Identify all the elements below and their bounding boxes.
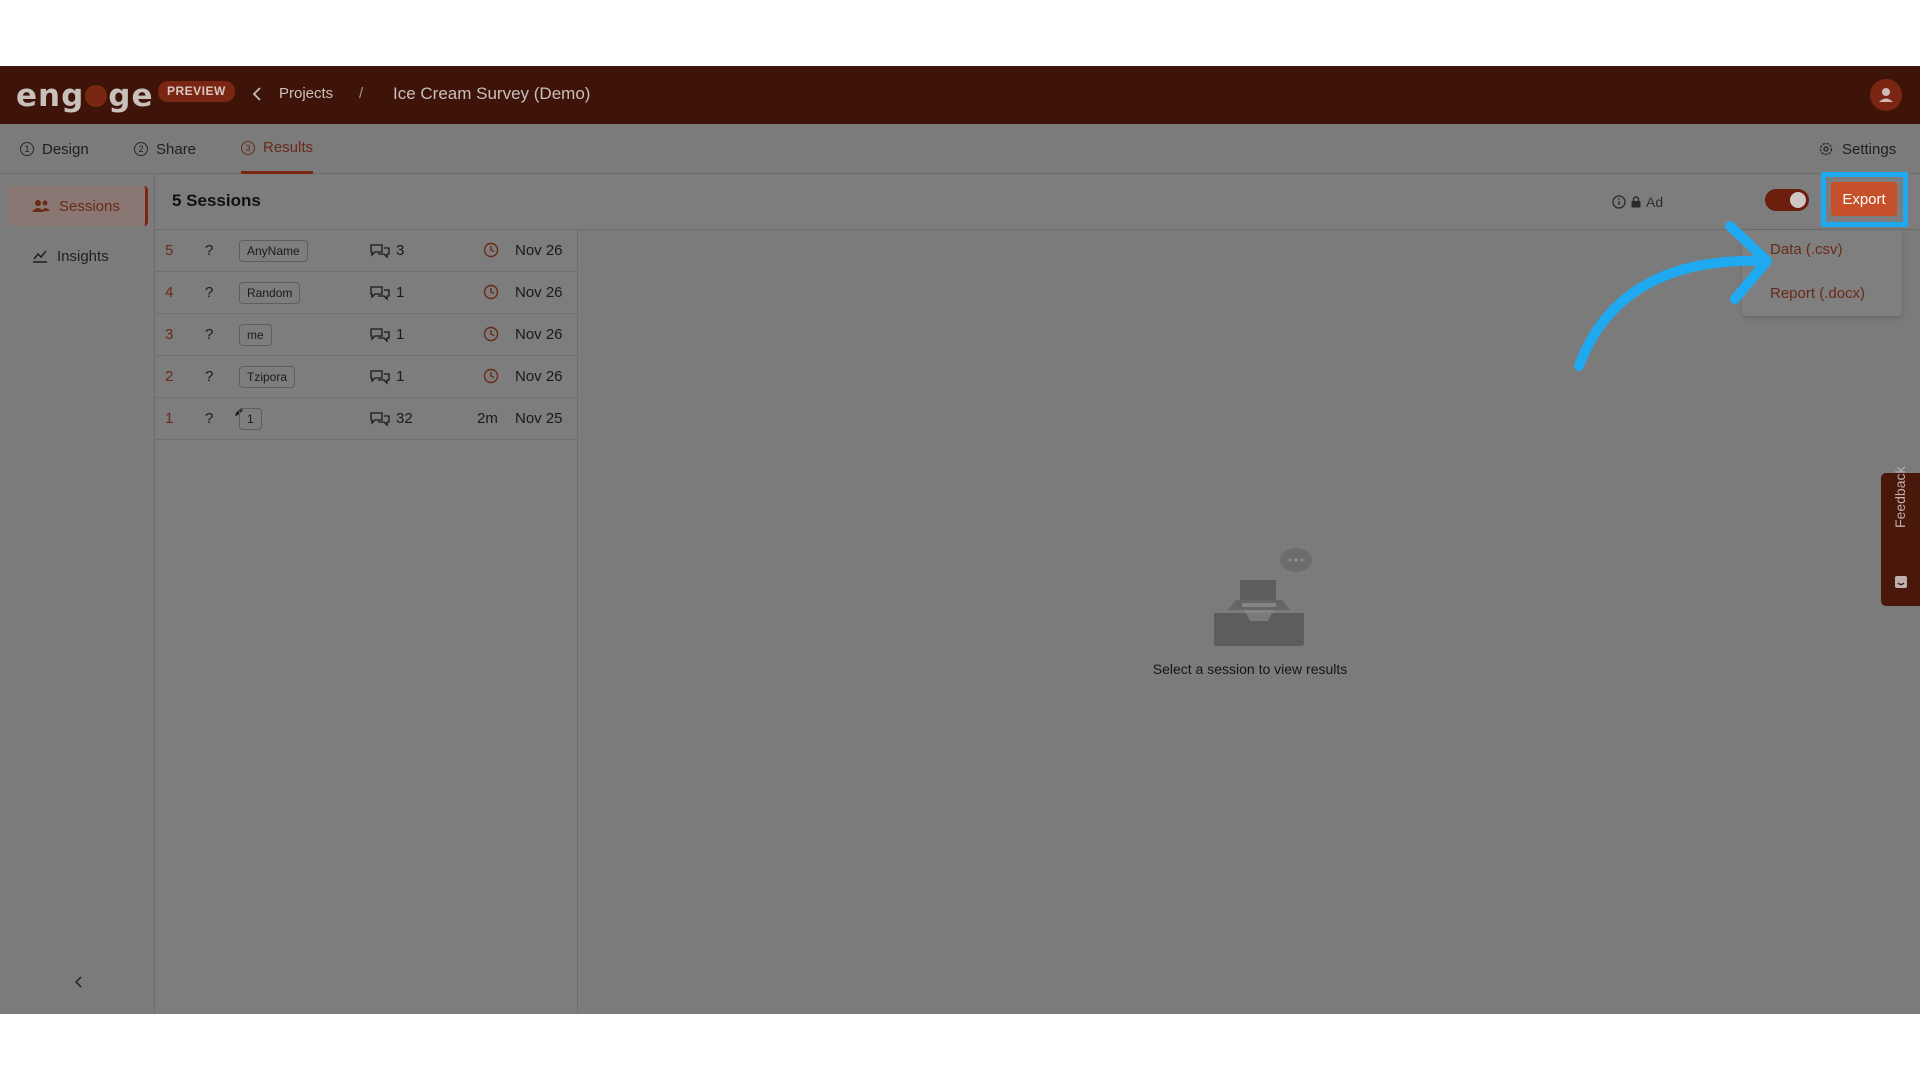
user-avatar[interactable] xyxy=(1870,79,1902,111)
session-name-tag: me xyxy=(239,324,272,346)
clock-icon xyxy=(483,368,499,384)
session-row[interactable]: 2 ? Tzipora 1 Nov 26 xyxy=(155,356,578,398)
message-count: 3 xyxy=(370,242,404,259)
status-unknown: ? xyxy=(205,326,214,343)
settings-label: Settings xyxy=(1842,140,1897,158)
sidebar-item-label: Sessions xyxy=(59,197,120,215)
project-tabs: 1 Design 2 Share 3 Results xyxy=(0,124,1920,174)
session-index: 3 xyxy=(165,326,174,343)
session-name-tag: Random xyxy=(239,282,301,304)
tab-label: Results xyxy=(263,139,314,156)
message-count-value: 3 xyxy=(396,242,405,259)
tab-share[interactable]: 2 Share xyxy=(134,124,196,174)
step-number: 3 xyxy=(241,140,255,155)
back-chevron-icon[interactable] xyxy=(252,86,262,102)
sidebar-item-sessions[interactable]: Sessions xyxy=(8,186,148,226)
session-index: 5 xyxy=(165,242,174,259)
app-window: eng ge PREVIEW Projects / Ice Cream Surve… xyxy=(0,66,1920,1014)
clock-icon xyxy=(483,326,499,342)
chat-bubbles-icon xyxy=(370,285,390,301)
empty-state-message: Select a session to view results xyxy=(1152,661,1348,677)
sessions-list: 5 ? AnyName 3 Nov 26 4 ? Random 1 Nov 26… xyxy=(155,230,578,1014)
status-unknown: ? xyxy=(205,284,214,301)
tab-results[interactable]: 3 Results xyxy=(241,124,314,174)
session-date: Nov 26 xyxy=(515,368,563,385)
top-bar: eng ge PREVIEW Projects / Ice Cream Surve… xyxy=(0,66,1920,124)
message-count: 32 xyxy=(370,410,413,427)
chat-bubbles-icon xyxy=(370,411,390,427)
feedback-icon xyxy=(1895,576,1907,588)
message-count-value: 1 xyxy=(396,368,405,385)
session-row[interactable]: 3 ? me 1 Nov 26 xyxy=(155,314,578,356)
message-count-value: 1 xyxy=(396,326,405,343)
user-icon xyxy=(1879,88,1893,102)
message-count: 1 xyxy=(370,368,404,385)
engage-logo[interactable]: eng ge xyxy=(16,78,154,114)
settings-button[interactable]: Settings xyxy=(1818,124,1896,174)
chart-icon xyxy=(33,250,47,263)
advanced-label: Ad xyxy=(1646,194,1664,210)
session-index: 2 xyxy=(165,368,174,385)
session-date: Nov 25 xyxy=(515,410,563,427)
lock-icon xyxy=(1631,196,1641,208)
project-title: Ice Cream Survey (Demo) xyxy=(393,84,591,103)
step-number: 2 xyxy=(134,142,148,156)
feedback-tab[interactable]: Feedback xyxy=(1881,466,1920,606)
export-button[interactable]: Export xyxy=(1831,182,1897,216)
advanced-filter[interactable]: Ad xyxy=(1612,194,1663,210)
export-csv-option[interactable]: Data (.csv) xyxy=(1770,241,1843,258)
message-count: 1 xyxy=(370,326,404,343)
session-name-tag: AnyName xyxy=(239,240,308,262)
step-number: 1 xyxy=(20,142,34,156)
tab-design[interactable]: 1 Design xyxy=(20,124,89,174)
tab-label: Design xyxy=(42,140,89,158)
chat-bubbles-icon xyxy=(370,369,390,385)
message-count: 1 xyxy=(370,284,404,301)
session-row[interactable]: 5 ? AnyName 3 Nov 26 xyxy=(155,230,578,272)
status-unknown: ? xyxy=(205,368,214,385)
breadcrumb-separator: / xyxy=(359,85,364,102)
session-duration: 2m xyxy=(477,410,498,427)
message-count-value: 32 xyxy=(396,410,413,427)
clock-icon xyxy=(483,284,499,300)
sidebar-item-label: Insights xyxy=(57,247,109,265)
tab-label: Share xyxy=(156,140,197,158)
status-unknown: ? xyxy=(205,242,214,259)
sidebar: Sessions Insights xyxy=(0,174,155,1014)
status-unknown: ? xyxy=(205,410,214,427)
session-name-tag: 1 xyxy=(239,408,262,430)
message-count-value: 1 xyxy=(396,284,405,301)
advanced-toggle[interactable] xyxy=(1765,189,1809,211)
session-index: 1 xyxy=(165,410,174,427)
export-docx-option[interactable]: Report (.docx) xyxy=(1770,285,1865,302)
annotation-arrow-icon xyxy=(1574,221,1772,371)
sidebar-item-insights[interactable]: Insights xyxy=(8,236,148,276)
session-date: Nov 26 xyxy=(515,284,563,301)
users-icon xyxy=(32,200,50,212)
sessions-count: 5 Sessions xyxy=(172,191,261,210)
gear-icon xyxy=(1819,142,1833,156)
session-row[interactable]: 4 ? Random 1 Nov 26 xyxy=(155,272,578,314)
preview-badge: PREVIEW xyxy=(158,81,235,102)
chat-bubbles-icon xyxy=(370,243,390,259)
session-date: Nov 26 xyxy=(515,326,563,343)
session-name-tag: Tzipora xyxy=(239,366,296,388)
session-index: 4 xyxy=(165,284,174,301)
chat-bubbles-icon xyxy=(370,327,390,343)
empty-inbox-illustration xyxy=(1214,548,1312,646)
collapse-sidebar-icon[interactable] xyxy=(72,974,84,990)
clock-icon xyxy=(483,242,499,258)
session-row[interactable]: 1 ? 1 32 2m Nov 25 xyxy=(155,398,578,440)
breadcrumb-projects[interactable]: Projects xyxy=(279,85,333,102)
feedback-label: Feedback xyxy=(1892,466,1908,528)
session-date: Nov 26 xyxy=(515,242,563,259)
info-icon xyxy=(1612,195,1626,209)
